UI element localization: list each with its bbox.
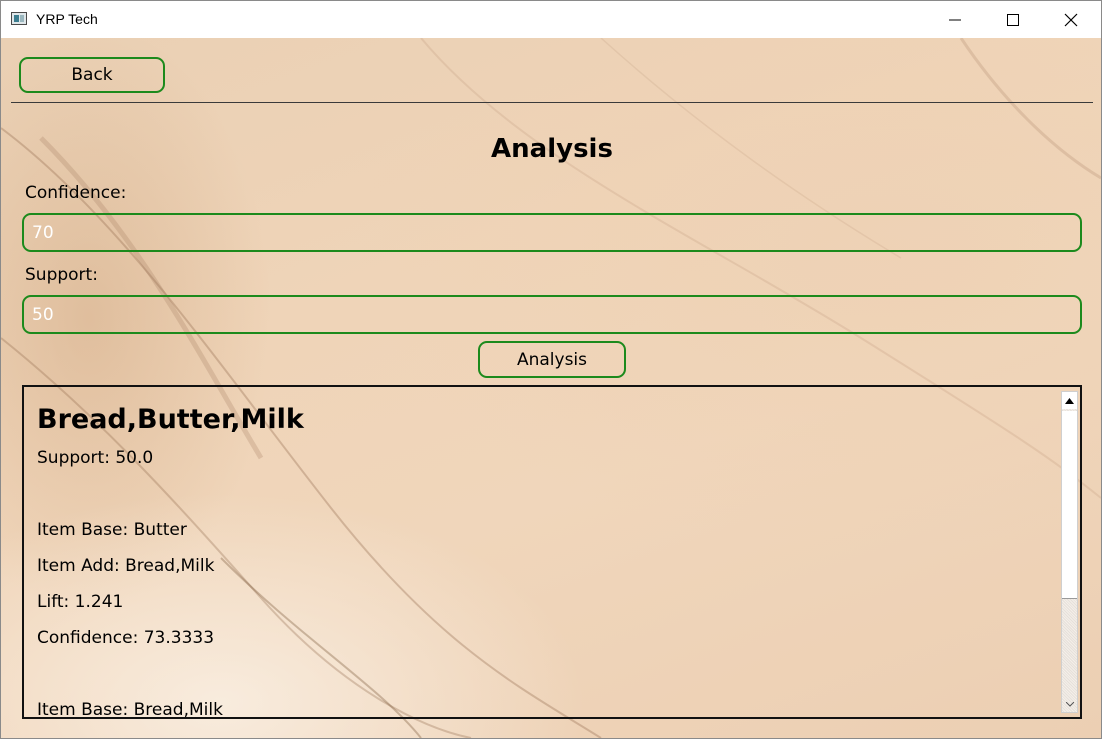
support-label: Support: xyxy=(25,265,98,285)
arrow-down-icon xyxy=(1065,702,1074,707)
item-add-text: Item Add: Bread,Milk xyxy=(37,556,215,576)
analysis-button[interactable]: Analysis xyxy=(478,341,626,378)
close-button[interactable] xyxy=(1042,1,1100,38)
maximize-icon xyxy=(1007,14,1019,26)
support-input[interactable] xyxy=(22,295,1082,334)
scroll-up-button[interactable] xyxy=(1062,392,1077,409)
item-base-text: Item Base: Butter xyxy=(37,520,187,540)
item-base-text: Item Base: Bread,Milk xyxy=(37,700,223,719)
maximize-button[interactable] xyxy=(984,1,1042,38)
vertical-scrollbar[interactable] xyxy=(1061,391,1078,713)
confidence-input[interactable] xyxy=(22,213,1082,252)
client-area: Back Analysis Confidence: Support: Analy… xyxy=(1,38,1101,738)
results-panel[interactable]: Bread,Butter,Milk Support: 50.0 Item Bas… xyxy=(22,385,1082,719)
app-window: YRP Tech Back Analysis Confidence: Suppo… xyxy=(0,0,1102,739)
scroll-down-button[interactable] xyxy=(1062,697,1077,712)
title-bar: YRP Tech xyxy=(1,1,1101,38)
page-title: Analysis xyxy=(491,134,613,164)
results-content: Bread,Butter,Milk Support: 50.0 Item Bas… xyxy=(37,387,1047,719)
back-button[interactable]: Back xyxy=(19,57,165,93)
itemset-heading: Bread,Butter,Milk xyxy=(37,404,304,435)
scroll-thumb[interactable] xyxy=(1062,411,1077,599)
confidence-value-text: Confidence: 73.3333 xyxy=(37,628,215,648)
lift-text: Lift: 1.241 xyxy=(37,592,124,612)
confidence-label: Confidence: xyxy=(25,183,127,203)
app-window-icon xyxy=(11,12,27,25)
support-value-text: Support: 50.0 xyxy=(37,448,154,468)
minimize-button[interactable] xyxy=(926,1,984,38)
arrow-up-icon xyxy=(1065,397,1074,404)
minimize-icon xyxy=(949,19,961,21)
close-icon xyxy=(1064,13,1078,27)
window-title: YRP Tech xyxy=(36,11,98,27)
header-divider xyxy=(11,102,1093,103)
